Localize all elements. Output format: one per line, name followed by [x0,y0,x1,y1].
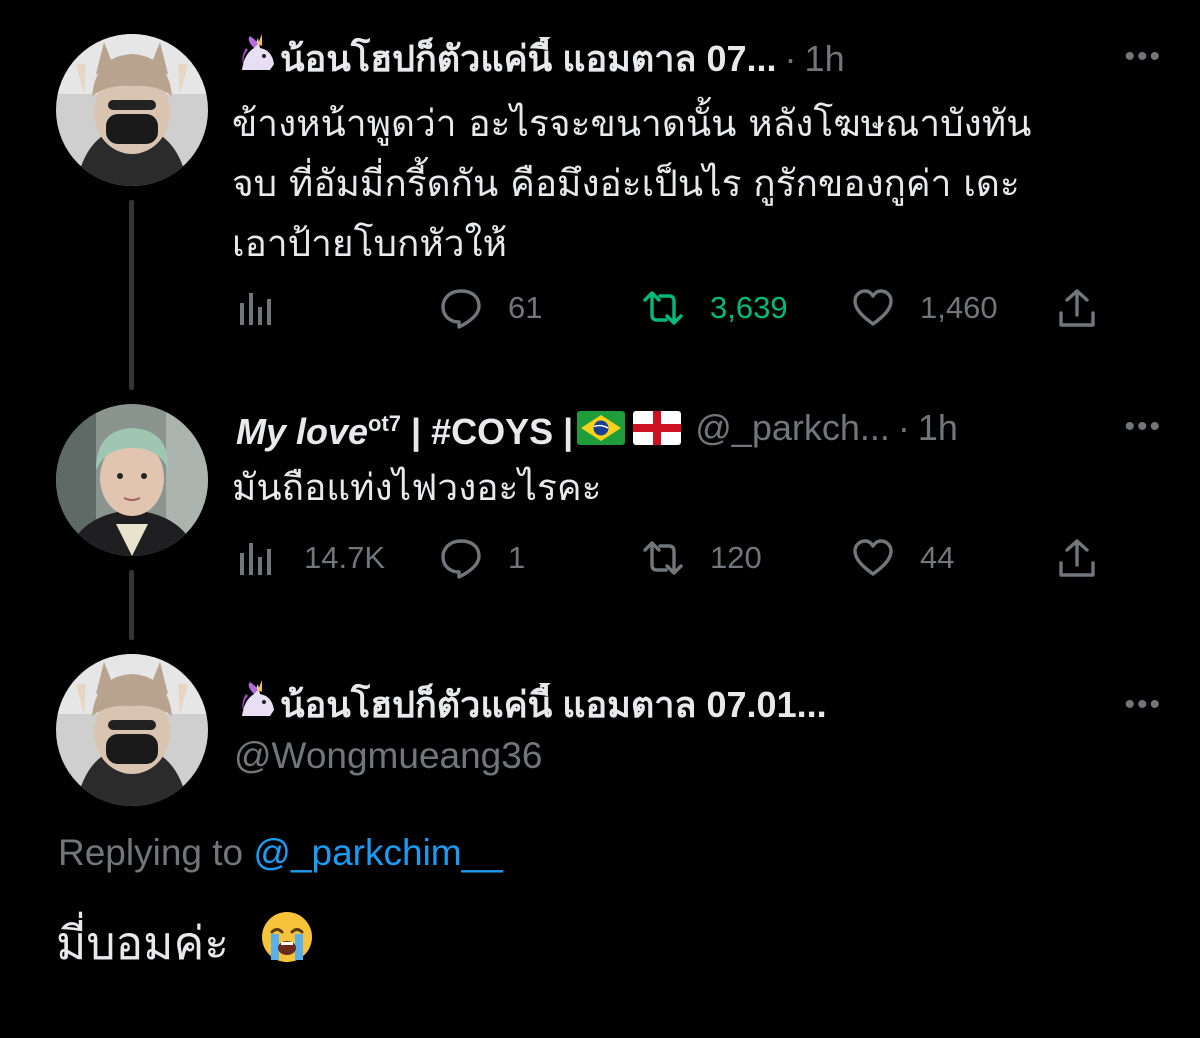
display-name[interactable]: น้อนโฮปก็ตัวแค่นี้ แอมตาล 07.01... [280,683,827,727]
retweet-icon [643,541,683,575]
reply-button[interactable]: 61 [440,284,542,332]
reply-bubble-icon [441,289,481,329]
thread-connector-line [129,570,134,640]
more-options-icon[interactable]: ••• [1124,42,1162,72]
more-options-icon[interactable]: ••• [1124,412,1162,442]
tweet-text-line: จบ ที่อัมมี่กรี้ดกัน คือมึงอ่ะเป็นไร กูร… [232,162,1020,205]
retweet-count: 3,639 [710,290,788,325]
unicorn-icon [236,680,280,730]
retweet-button[interactable]: 3,639 [642,284,788,332]
views-chart-icon [240,543,271,575]
reply-count: 1 [508,540,526,575]
tweet-header: My loveot7 | #COYS | @_parkch... · 1h [236,402,1120,454]
avatar[interactable] [56,654,208,806]
like-count: 44 [920,540,955,575]
tweet-text-line: เอาป้ายโบกหัวให้ [232,222,507,265]
display-name[interactable]: My loveot7 | #COYS | [236,402,573,454]
separator-dot: · [784,38,797,79]
tweet-text: ข้างหน้าพูดว่า อะไรจะขนาดนั้น หลังโฆษณาบ… [232,94,1132,274]
timestamp[interactable]: 1h [918,406,958,450]
replying-to-link[interactable]: @_parkchim__ [253,832,502,873]
tweet-text-line: ข้างหน้าพูดว่า อะไรจะขนาดนั้น หลังโฆษณาบ… [232,102,1032,145]
display-name-superscript: ot7 [368,411,402,436]
display-name-rest: | #COYS | [401,411,574,452]
views-chart-icon [240,293,271,325]
england-flag-icon [633,411,682,445]
views-button[interactable]: 14.7K [236,534,385,582]
views-button[interactable] [236,284,278,332]
tweet-header: น้อนโฮปก็ตัวแค่นี้ แอมตาล 07.01... [236,680,1120,730]
tweet-text-line: มันถือแท่งไฟวงอะไรคะ [232,466,602,509]
separator-dot: · [897,407,910,448]
display-name[interactable]: น้อนโฮปก็ตัวแค่นี้ แอมตาล 07... [280,37,777,81]
reply-count: 61 [508,290,543,325]
heart-icon [853,539,893,576]
retweet-icon [643,291,683,325]
loudly-crying-face-icon [260,910,314,983]
main-tweet-text-content: มี่บอมค่ะ [56,916,229,970]
share-button[interactable] [1056,284,1098,332]
brazil-flag-icon [577,411,626,445]
replying-to: Replying to @_parkchim__ [58,832,503,874]
share-icon [1059,289,1095,327]
share-button[interactable] [1056,534,1098,582]
like-button[interactable]: 1,460 [852,284,998,332]
user-handle[interactable]: @Wongmueang36 [234,735,542,777]
avatar[interactable] [56,34,208,186]
heart-icon [853,289,893,326]
like-count: 1,460 [920,290,998,325]
more-options-icon[interactable]: ••• [1124,690,1162,720]
view-count: 14.7K [304,540,386,575]
retweet-button[interactable]: 120 [642,534,762,582]
tweet-actions: 61 3,639 1,460 [236,284,1106,332]
retweet-count: 120 [710,540,762,575]
tweet-text: มันถือแท่งไฟวงอะไรคะ [232,458,1132,518]
tweet-actions: 14.7K 1 120 44 [236,534,1106,582]
share-icon [1059,539,1095,577]
thread-connector-line [129,200,134,390]
display-name-text: My love [236,411,369,452]
timestamp[interactable]: 1h [805,37,845,81]
reply-button[interactable]: 1 [440,534,525,582]
replying-to-prefix: Replying to [58,832,254,873]
avatar[interactable] [56,404,208,556]
unicorn-icon [236,34,280,84]
like-button[interactable]: 44 [852,534,954,582]
reply-bubble-icon [441,539,481,579]
tweet-header: น้อนโฮปก็ตัวแค่นี้ แอมตาล 07... · 1h [236,34,1120,84]
user-handle[interactable]: @_parkch... [695,406,890,450]
main-tweet-text: มี่บอมค่ะ [56,908,314,983]
